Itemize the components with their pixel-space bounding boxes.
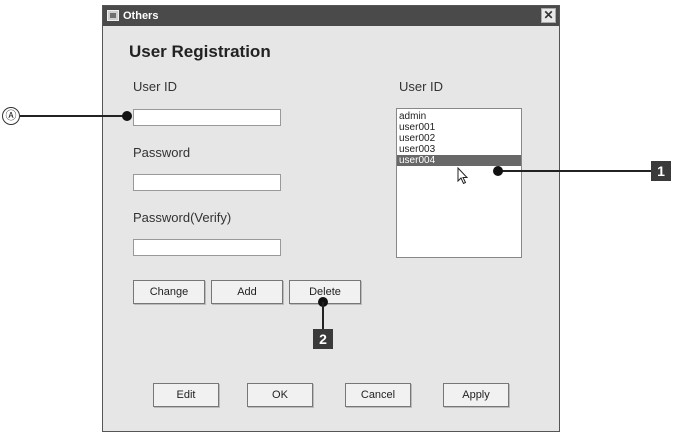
list-item[interactable]: user001 <box>397 122 521 133</box>
callout-a: Ⓐ <box>2 107 20 125</box>
ok-button[interactable]: OK <box>247 383 313 407</box>
password-verify-field[interactable] <box>133 239 281 256</box>
list-item[interactable]: admin <box>397 111 521 122</box>
password-label: Password <box>133 145 191 160</box>
others-dialog: Others ✕ User Registration User ID Passw… <box>102 5 560 432</box>
apply-button[interactable]: Apply <box>443 383 509 407</box>
user-id-field[interactable] <box>133 109 281 126</box>
app-icon <box>107 10 119 21</box>
change-button[interactable]: Change <box>133 280 205 304</box>
cancel-button[interactable]: Cancel <box>345 383 411 407</box>
callout-2-leader-line <box>322 302 324 329</box>
password-verify-label: Password(Verify) <box>133 210 232 225</box>
list-item-selected[interactable]: user004 <box>397 155 521 166</box>
password-field[interactable] <box>133 174 281 191</box>
edit-button[interactable]: Edit <box>153 383 219 407</box>
list-item[interactable]: user002 <box>397 133 521 144</box>
window-title: Others <box>123 10 159 22</box>
callout-a-leader-line <box>20 115 129 117</box>
user-id-label: User ID <box>133 79 178 94</box>
title-bar[interactable]: Others ✕ <box>103 6 559 26</box>
callout-1-badge: 1 <box>651 161 671 181</box>
callout-2-badge: 2 <box>313 329 333 349</box>
callout-1-leader-line <box>498 170 651 172</box>
list-item[interactable]: user003 <box>397 144 521 155</box>
close-icon[interactable]: ✕ <box>541 8 556 23</box>
add-button[interactable]: Add <box>211 280 283 304</box>
user-list-label: User ID <box>399 79 444 94</box>
page-title: User Registration <box>129 42 271 61</box>
callout-1-dot <box>493 166 503 176</box>
callout-a-dot <box>122 111 132 121</box>
mouse-cursor-icon <box>457 167 469 185</box>
